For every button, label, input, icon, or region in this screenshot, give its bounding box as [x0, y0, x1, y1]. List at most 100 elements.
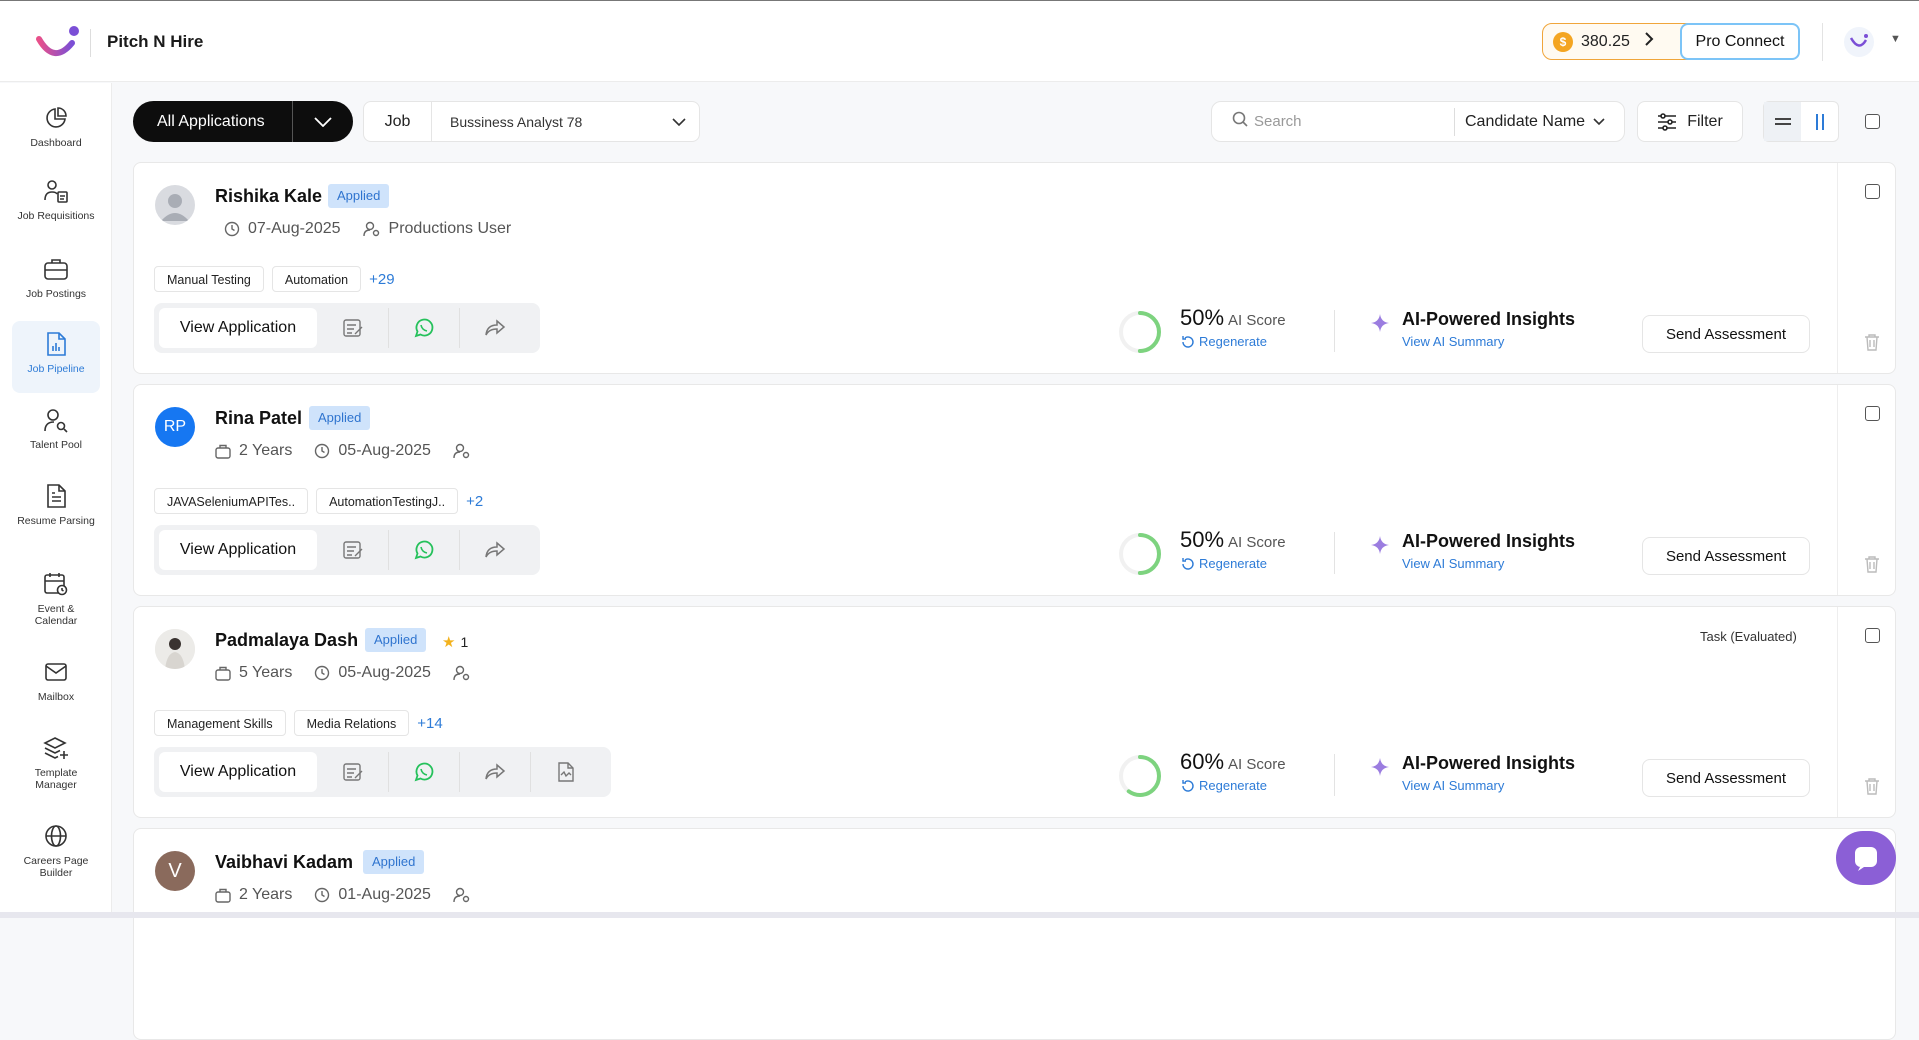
- view-ai-summary-link[interactable]: View AI Summary: [1402, 778, 1504, 793]
- view-ai-summary-link[interactable]: View AI Summary: [1402, 556, 1504, 571]
- list-view-icon[interactable]: [1764, 102, 1801, 141]
- view-application-button[interactable]: View Application: [159, 530, 317, 570]
- candidate-card[interactable]: V Vaibhavi Kadam Applied 2 Years 01-Aug-…: [133, 828, 1896, 1040]
- candidate-checkbox[interactable]: [1865, 406, 1880, 421]
- candidate-card[interactable]: Padmalaya Dash Applied ★ 1 Task (Evaluat…: [133, 606, 1896, 818]
- experience: 2 Years: [215, 442, 292, 460]
- share-icon[interactable]: [459, 752, 530, 792]
- sidebar-item-job-requisitions[interactable]: Job Requisitions: [12, 168, 100, 240]
- sidebar-item-dashboard[interactable]: Dashboard: [12, 95, 100, 167]
- caret-down-icon[interactable]: ▼: [1890, 33, 1901, 45]
- divider: [1334, 310, 1335, 352]
- send-assessment-button[interactable]: Send Assessment: [1642, 759, 1810, 797]
- card-actions: View Application: [154, 525, 540, 575]
- assessment-report-icon[interactable]: [530, 752, 601, 792]
- sidebar-item-label: Job Requisitions: [17, 210, 95, 222]
- view-application-button[interactable]: View Application: [159, 752, 317, 792]
- trash-icon[interactable]: [1864, 777, 1880, 800]
- share-icon[interactable]: [459, 308, 530, 348]
- candidate-name[interactable]: Padmalaya Dash: [215, 630, 358, 651]
- sidebar-item-careers-page-builder[interactable]: Careers Page Builder: [12, 813, 100, 885]
- card-actions: View Application: [154, 747, 611, 797]
- experience-text: 2 Years: [239, 442, 293, 459]
- coins-value: 380.25: [1581, 32, 1630, 50]
- candidate-name[interactable]: Rina Patel: [215, 408, 302, 429]
- job-select[interactable]: Job Bussiness Analyst 78: [363, 101, 700, 142]
- regenerate-button[interactable]: Regenerate: [1181, 556, 1267, 571]
- skill-tag: JAVASeleniumAPITes..: [154, 488, 309, 514]
- briefcase-icon: [215, 888, 231, 903]
- more-tags-link[interactable]: +14: [417, 715, 442, 732]
- clock-icon: [315, 443, 330, 459]
- sidebar-item-event-calendar[interactable]: Event & Calendar: [12, 561, 100, 633]
- skill-tags: Manual Testing Automation +29: [154, 266, 395, 292]
- notes-icon[interactable]: [317, 308, 388, 348]
- candidate-avatar: [155, 185, 195, 225]
- select-all-checkbox[interactable]: [1865, 114, 1880, 129]
- user-avatar[interactable]: [1844, 27, 1874, 57]
- regenerate-button[interactable]: Regenerate: [1181, 334, 1267, 349]
- skill-tags: JAVASeleniumAPITes.. AutomationTestingJ.…: [154, 488, 483, 514]
- sidebar-item-template-manager[interactable]: Template Manager: [12, 725, 100, 797]
- briefcase-icon: [215, 666, 231, 681]
- notes-icon[interactable]: [317, 752, 388, 792]
- more-tags-link[interactable]: +29: [369, 271, 394, 288]
- view-application-button[interactable]: View Application: [159, 308, 317, 348]
- whatsapp-icon[interactable]: [388, 530, 459, 570]
- refresh-icon: [1182, 557, 1194, 570]
- candidate-meta: 2 Years 01-Aug-2025: [215, 886, 501, 904]
- search-bar: Candidate Name: [1211, 101, 1625, 142]
- view-ai-summary-link[interactable]: View AI Summary: [1402, 334, 1504, 349]
- candidate-checkbox[interactable]: [1865, 628, 1880, 643]
- ai-insights-title: AI-Powered Insights: [1402, 531, 1576, 551]
- sidebar-item-label: Careers Page Builder: [23, 855, 89, 879]
- coins-balance-button[interactable]: $ 380.25: [1542, 23, 1701, 60]
- send-assessment-button[interactable]: Send Assessment: [1642, 537, 1810, 575]
- whatsapp-icon[interactable]: [388, 308, 459, 348]
- top-divider: [1822, 23, 1823, 61]
- experience-text: 2 Years: [239, 886, 293, 903]
- sidebar-item-job-pipeline[interactable]: Job Pipeline: [12, 321, 100, 393]
- whatsapp-icon[interactable]: [388, 752, 459, 792]
- chevron-down-icon[interactable]: [293, 116, 353, 127]
- ai-score-ring: [1119, 533, 1161, 575]
- experience: 5 Years: [215, 664, 292, 682]
- brand-logo-icon[interactable]: [34, 23, 84, 63]
- candidate-name[interactable]: Vaibhavi Kadam: [215, 852, 353, 873]
- candidate-meta: 2 Years 05-Aug-2025: [215, 442, 501, 460]
- send-assessment-button[interactable]: Send Assessment: [1642, 315, 1810, 353]
- document-lines-icon: [43, 483, 69, 509]
- regenerate-button[interactable]: Regenerate: [1181, 778, 1267, 793]
- chat-button[interactable]: [1836, 831, 1896, 885]
- candidate-name[interactable]: Rishika Kale: [215, 186, 322, 207]
- all-applications-dropdown[interactable]: All Applications: [133, 101, 353, 142]
- trash-icon[interactable]: [1864, 333, 1880, 356]
- search-input[interactable]: [1254, 113, 1454, 130]
- more-tags-link[interactable]: +2: [466, 493, 483, 510]
- user-gear-icon: [453, 665, 470, 681]
- candidate-card[interactable]: Rishika Kale Applied 07-Aug-2025 Product…: [133, 162, 1896, 374]
- sidebar-item-talent-pool[interactable]: Talent Pool: [12, 397, 100, 469]
- source-user: [453, 665, 479, 681]
- star-icon: ★: [442, 634, 456, 651]
- ai-insights-title: AI-Powered Insights: [1402, 753, 1576, 773]
- notes-icon[interactable]: [317, 530, 388, 570]
- rating: ★ 1: [442, 633, 468, 651]
- candidate-meta: 5 Years 05-Aug-2025: [215, 664, 501, 682]
- candidate-checkbox[interactable]: [1865, 184, 1880, 199]
- pro-connect-button[interactable]: Pro Connect: [1680, 23, 1800, 60]
- ai-score: 50% AI Score: [1180, 305, 1286, 331]
- candidate-avatar: RP: [155, 407, 195, 447]
- column-view-icon[interactable]: [1801, 102, 1838, 141]
- candidate-meta: 07-Aug-2025 Productions User: [224, 220, 533, 238]
- search-category-dropdown[interactable]: Candidate Name: [1455, 113, 1605, 131]
- applied-date: 05-Aug-2025: [314, 442, 431, 460]
- trash-icon[interactable]: [1864, 555, 1880, 578]
- candidate-card[interactable]: RP Rina Patel Applied 2 Years 05-Aug-202…: [133, 384, 1896, 596]
- sidebar-item-resume-parsing[interactable]: Resume Parsing: [12, 473, 100, 545]
- share-icon[interactable]: [459, 530, 530, 570]
- sidebar-item-mailbox[interactable]: Mailbox: [12, 649, 100, 721]
- filter-button[interactable]: Filter: [1637, 101, 1743, 142]
- sidebar-item-job-postings[interactable]: Job Postings: [12, 246, 100, 318]
- calendar-icon: [43, 571, 69, 597]
